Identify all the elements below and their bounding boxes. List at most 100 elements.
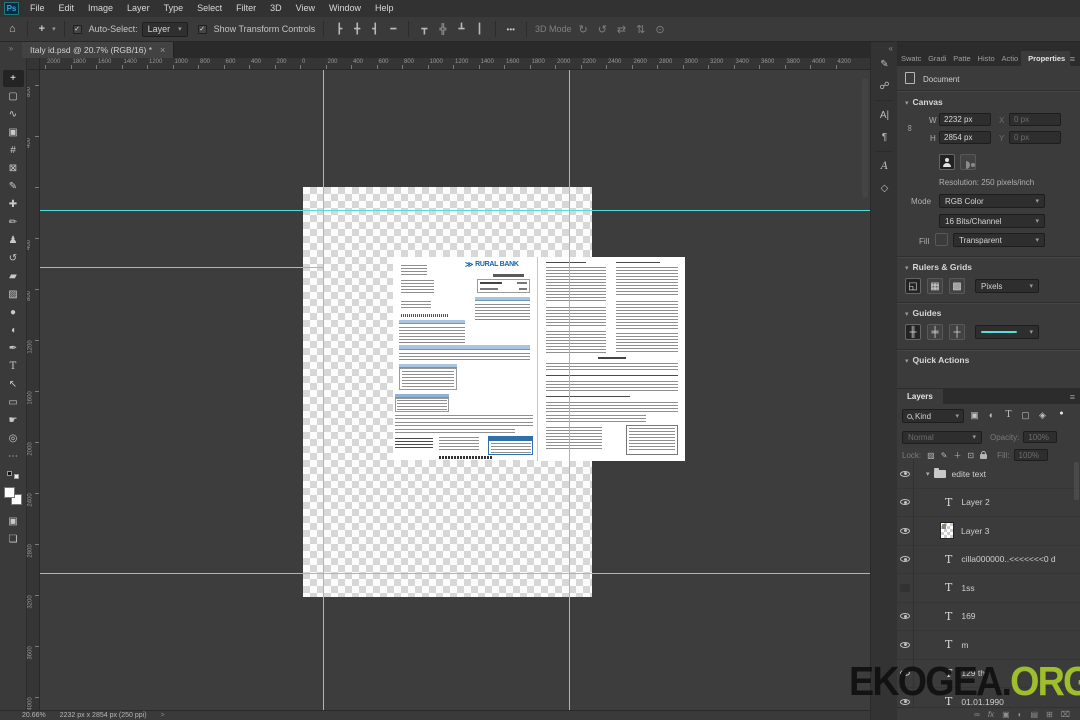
layer-name[interactable]: 1ss xyxy=(961,583,974,593)
height-field[interactable]: 2854 px xyxy=(939,131,991,144)
vertical-ruler[interactable]: 8004000400800120016002000240028003200360… xyxy=(27,70,40,710)
visibility-toggle[interactable] xyxy=(897,460,914,488)
filter-pixel-layers-icon[interactable]: ▣ xyxy=(967,410,982,421)
tab-layers[interactable]: Layers xyxy=(897,389,943,404)
rulers-grids-section-header[interactable]: ▾ Rulers & Grids xyxy=(905,262,972,272)
screen-mode-icon[interactable]: ❏ xyxy=(3,531,24,548)
color-mode-dropdown[interactable]: RGB Color ▾ xyxy=(939,194,1045,208)
tab-swatches[interactable]: Swatc xyxy=(897,51,924,66)
menu-layer[interactable]: Layer xyxy=(120,0,157,17)
layer-name[interactable]: edite text xyxy=(952,469,987,479)
filter-toggle-icon[interactable]: ● xyxy=(1054,410,1069,417)
layer-row[interactable]: Tm xyxy=(897,631,1080,660)
guide-color-dropdown[interactable]: ▾ xyxy=(975,325,1039,339)
distribute-vertical-icon[interactable]: ┃ xyxy=(473,24,487,35)
canvas-section-header[interactable]: ▾ Canvas xyxy=(905,97,943,107)
filter-adjustment-layers-icon[interactable]: ◐ xyxy=(984,410,999,420)
layer-row[interactable]: T 1ss xyxy=(897,574,1080,603)
adjustment-layer-icon[interactable]: ◐ xyxy=(1018,710,1023,719)
vertical-guide[interactable] xyxy=(323,70,324,710)
photoshop-logo-icon[interactable]: Ps xyxy=(4,2,19,15)
brush-settings-icon[interactable]: ✎ xyxy=(871,53,898,75)
menu-filter[interactable]: Filter xyxy=(229,0,263,17)
status-chevron-icon[interactable]: > xyxy=(161,712,165,719)
align-middle-icon[interactable]: ━ xyxy=(386,24,400,35)
add-mask-icon[interactable]: ▣ xyxy=(1002,710,1010,719)
link-dimensions-icon[interactable]: ∞ xyxy=(905,125,915,131)
horizontal-ruler[interactable]: 2000 1800 1600 1400 1200 1000 800 600 400 200 0 200… xyxy=(40,58,870,70)
hand-tool[interactable]: ☛ xyxy=(3,412,24,429)
toggle-grid-icon[interactable]: ▦ xyxy=(927,278,943,294)
align-center-h-icon[interactable]: ╋ xyxy=(350,24,364,35)
filter-shape-layers-icon[interactable]: ▢ xyxy=(1018,410,1033,421)
foreground-color-swatch[interactable] xyxy=(4,487,15,498)
pen-tool[interactable]: ✒ xyxy=(3,340,24,357)
quick-mask-icon[interactable]: ▣ xyxy=(3,513,24,530)
visibility-toggle[interactable] xyxy=(897,517,914,545)
group-chevron-icon[interactable]: ▾ xyxy=(926,470,930,478)
libraries-panel-icon[interactable]: ◇ xyxy=(871,177,898,199)
layer-row[interactable]: T 169 xyxy=(897,602,1080,631)
clone-stamp-tool[interactable]: ♟ xyxy=(3,232,24,249)
layer-row[interactable]: Tcilla000000..<<<<<<<0 d xyxy=(897,545,1080,574)
menu-window[interactable]: Window xyxy=(322,0,368,17)
layer-effects-icon[interactable]: fx xyxy=(988,710,994,719)
portrait-orientation-button[interactable] xyxy=(939,154,955,170)
tool-preset-caret-icon[interactable]: ▾ xyxy=(52,25,56,33)
new-layer-icon[interactable]: ⊞ xyxy=(1046,710,1053,719)
canvas-viewport[interactable]: ≫ RURAL BANK xyxy=(40,70,870,710)
layers-scrollbar[interactable] xyxy=(1074,462,1079,500)
horizontal-guide[interactable] xyxy=(40,573,870,574)
toggle-snap-icon[interactable]: ▩ xyxy=(949,278,965,294)
collapse-icon[interactable]: » xyxy=(0,42,22,58)
show-transform-checkbox[interactable]: ✓ xyxy=(197,24,207,34)
more-tools[interactable]: ⋯ xyxy=(3,448,24,465)
toggle-rulers-icon[interactable]: ◱ xyxy=(905,278,921,294)
paragraph-panel-icon[interactable]: ¶ xyxy=(871,126,898,148)
visibility-toggle[interactable] xyxy=(897,488,914,516)
document-tab[interactable]: Italy id.psd @ 20.7% (RGB/16) * × xyxy=(22,42,175,58)
brush-tool[interactable]: ✏ xyxy=(3,214,24,231)
frame-tool[interactable]: ⊠ xyxy=(3,160,24,177)
layer-row[interactable]: Layer 3 xyxy=(897,517,1080,546)
visibility-toggle[interactable] xyxy=(897,545,914,573)
lasso-tool[interactable]: ∿ xyxy=(3,106,24,123)
more-options-icon[interactable]: ••• xyxy=(504,25,518,34)
clone-source-icon[interactable]: ☍ xyxy=(871,75,898,97)
toggle-guides-icon[interactable]: ╫ xyxy=(905,324,921,340)
crop-tool[interactable]: # xyxy=(3,142,24,159)
healing-brush-tool[interactable]: ✚ xyxy=(3,196,24,213)
horizontal-guide-short[interactable] xyxy=(40,267,323,268)
delete-layer-icon[interactable]: ⌧ xyxy=(1061,710,1070,719)
lock-transparency-icon[interactable]: ▨ xyxy=(927,451,935,460)
width-field[interactable]: 2232 px xyxy=(939,113,991,126)
vertical-guide[interactable] xyxy=(569,70,570,710)
marquee-tool[interactable]: ▢ xyxy=(3,88,24,105)
shape-tool[interactable]: ▭ xyxy=(3,394,24,411)
tab-properties[interactable]: Properties xyxy=(1021,51,1070,66)
fill-dropdown[interactable]: Transparent ▾ xyxy=(953,233,1045,247)
layer-name[interactable]: 169 xyxy=(961,611,975,621)
menu-image[interactable]: Image xyxy=(81,0,120,17)
distribute-top-icon[interactable]: ┳ xyxy=(417,24,431,35)
quick-actions-section-header[interactable]: ▾ Quick Actions xyxy=(905,355,969,365)
menu-view[interactable]: View xyxy=(289,0,322,17)
clear-guides-icon[interactable]: ┼ xyxy=(949,324,965,340)
menu-help[interactable]: Help xyxy=(368,0,401,17)
layer-row[interactable]: T Layer 2 xyxy=(897,488,1080,517)
path-selection-tool[interactable]: ↖ xyxy=(3,376,24,393)
distribute-center-icon[interactable]: ╬ xyxy=(435,24,450,35)
character-panel-icon[interactable]: A| xyxy=(871,104,898,126)
object-selection-tool[interactable]: ▣ xyxy=(3,124,24,141)
close-icon[interactable]: × xyxy=(160,45,165,55)
menu-edit[interactable]: Edit xyxy=(52,0,82,17)
layers-panel-menu-icon[interactable]: ≡ xyxy=(1070,392,1080,404)
dodge-tool[interactable]: ◖ xyxy=(3,322,24,339)
tab-patterns[interactable]: Patte xyxy=(949,51,973,66)
distribute-bottom-icon[interactable]: ┻ xyxy=(454,24,468,35)
layer-name[interactable]: Layer 2 xyxy=(961,497,989,507)
eraser-tool[interactable]: ▰ xyxy=(3,268,24,285)
align-right-icon[interactable]: ┫ xyxy=(368,24,382,35)
default-colors-icon[interactable] xyxy=(7,471,19,479)
filter-type-layers-icon[interactable]: T xyxy=(1001,410,1016,420)
